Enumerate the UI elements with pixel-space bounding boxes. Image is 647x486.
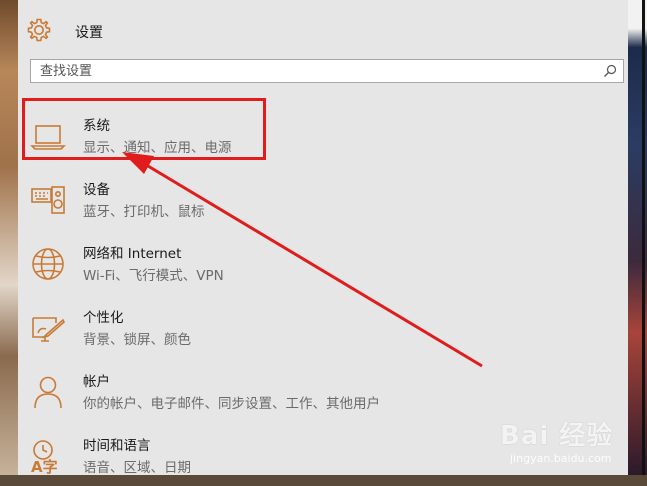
settings-item-label: 网络和 Internet [83,246,182,262]
settings-item-accounts[interactable]: 帐户 你的帐户、电子邮件、同步设置、工作、其他用户 [18,364,628,422]
settings-item-desc: 你的帐户、电子邮件、同步设置、工作、其他用户 [83,396,380,412]
desktop-background-left [0,0,18,475]
window-border [642,0,645,475]
watermark-site: jingyan.baidu.com [510,452,612,465]
settings-window: 设置 系统 显示、通知、应用、电源 设备 [18,0,628,476]
gear-icon [27,18,51,42]
settings-item-label: 个性化 [83,310,124,326]
watermark-logo: Bai 经验 [500,421,614,451]
time-language-icon: A字 [31,440,58,474]
person-icon [34,376,62,409]
page-title: 设置 [75,25,103,41]
settings-item-desc: 背景、锁屏、颜色 [83,332,191,348]
desktop-background-right [628,0,647,475]
settings-item-network[interactable]: 网络和 Internet Wi-Fi、飞行模式、VPN [18,236,628,294]
search-box[interactable] [30,59,624,83]
settings-item-personalization[interactable]: 个性化 背景、锁屏、颜色 [18,300,628,358]
svg-text:A字: A字 [31,458,58,474]
settings-item-label: 帐户 [83,374,110,390]
annotation-highlight-box [22,98,266,160]
devices-icon [31,186,65,214]
settings-item-desc: 蓝牙、打印机、鼠标 [83,204,205,220]
search-icon[interactable] [603,64,617,78]
settings-item-label: 设备 [83,182,110,198]
settings-item-devices[interactable]: 设备 蓝牙、打印机、鼠标 [18,172,628,230]
settings-header: 设置 [18,0,628,60]
settings-item-desc: Wi-Fi、飞行模式、VPN [83,268,224,284]
search-input[interactable] [31,60,600,82]
settings-item-label: 时间和语言 [83,438,151,454]
globe-icon [32,248,64,280]
personalize-icon [32,317,65,342]
settings-item-desc: 语音、区域、日期 [83,460,191,476]
